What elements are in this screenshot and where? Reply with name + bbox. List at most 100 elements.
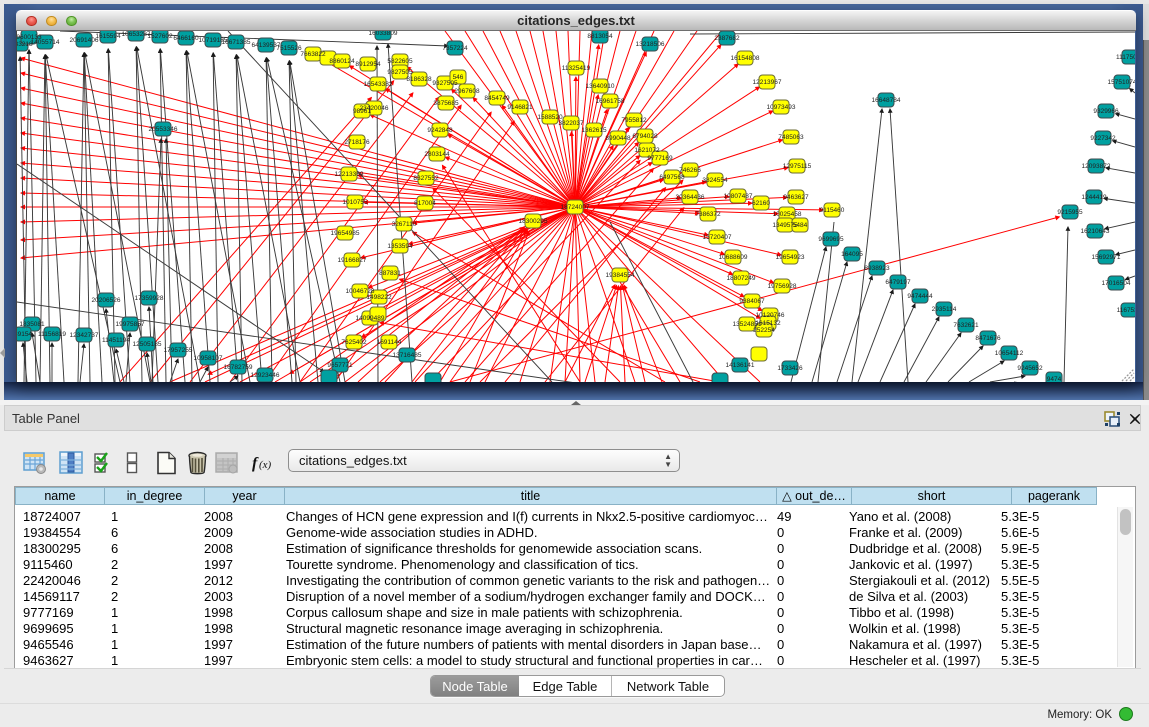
svg-text:8912954: 8912954 bbox=[355, 61, 381, 68]
svg-text:12975115: 12975115 bbox=[783, 163, 812, 170]
svg-text:f: f bbox=[252, 455, 259, 472]
svg-text:17359928: 17359928 bbox=[135, 295, 164, 302]
svg-text:1010755: 1010755 bbox=[342, 199, 368, 206]
svg-text:20206526: 20206526 bbox=[92, 297, 121, 304]
svg-text:19756928: 19756928 bbox=[768, 283, 797, 290]
svg-text:887831: 887831 bbox=[379, 270, 401, 277]
svg-text:13218506: 13218506 bbox=[636, 41, 665, 48]
svg-text:14136141: 14136141 bbox=[726, 362, 755, 369]
svg-text:1835081: 1835081 bbox=[19, 321, 45, 328]
svg-text:2967608: 2967608 bbox=[454, 88, 480, 95]
svg-text:7663822: 7663822 bbox=[300, 51, 326, 58]
svg-text:8454749: 8454749 bbox=[484, 95, 510, 102]
svg-text:8813054: 8813054 bbox=[587, 33, 613, 40]
svg-text:7955812: 7955812 bbox=[621, 117, 647, 124]
svg-text:18300295: 18300295 bbox=[519, 218, 548, 225]
svg-text:13640910: 13640910 bbox=[586, 83, 615, 90]
svg-text:19166827: 19166827 bbox=[338, 257, 367, 264]
svg-text:16210643: 16210643 bbox=[1081, 228, 1110, 235]
svg-text:1167530: 1167530 bbox=[1117, 307, 1135, 314]
svg-text:12342737: 12342737 bbox=[70, 332, 99, 339]
svg-text:1527602: 1527602 bbox=[147, 33, 173, 40]
svg-text:13716485: 13716485 bbox=[393, 352, 422, 359]
svg-text:3824554: 3824554 bbox=[702, 177, 728, 184]
svg-text:10973493: 10973493 bbox=[767, 104, 796, 111]
svg-text:746266: 746266 bbox=[679, 167, 701, 174]
svg-text:16648784: 16648784 bbox=[872, 97, 901, 104]
svg-text:19654923: 19654923 bbox=[776, 254, 805, 261]
svg-text:8990448: 8990448 bbox=[605, 135, 631, 142]
svg-text:7485063: 7485063 bbox=[778, 134, 804, 141]
svg-text:18724007: 18724007 bbox=[561, 204, 590, 211]
svg-text:3267110: 3267110 bbox=[392, 221, 417, 228]
svg-text:2935114: 2935114 bbox=[932, 306, 957, 313]
svg-text:1353594: 1353594 bbox=[387, 243, 413, 250]
svg-text:7386372: 7386372 bbox=[695, 211, 721, 218]
svg-text:164095: 164095 bbox=[841, 251, 863, 258]
svg-text:1244419: 1244419 bbox=[1081, 194, 1107, 201]
svg-text:11451194: 11451194 bbox=[102, 337, 130, 344]
svg-text:15692971: 15692971 bbox=[1092, 254, 1121, 261]
svg-text:16154808: 16154808 bbox=[731, 55, 760, 62]
svg-text:6497568: 6497568 bbox=[659, 174, 685, 181]
svg-text:9146821: 9146821 bbox=[507, 104, 533, 111]
svg-text:11156819: 11156819 bbox=[38, 331, 66, 338]
svg-text:12923446: 12923446 bbox=[251, 372, 280, 379]
svg-text:9463627: 9463627 bbox=[783, 194, 809, 201]
svg-text:17957255: 17957255 bbox=[164, 347, 193, 354]
svg-text:11325419: 11325419 bbox=[562, 65, 591, 72]
svg-text:98961: 98961 bbox=[353, 108, 371, 115]
svg-text:19654985: 19654985 bbox=[331, 230, 360, 237]
svg-text:8327552: 8327552 bbox=[413, 175, 439, 182]
svg-text:9242848: 9242848 bbox=[427, 127, 453, 134]
svg-text:19975857: 19975857 bbox=[116, 321, 145, 328]
svg-text:5822605: 5822605 bbox=[387, 58, 413, 65]
svg-text:9384067: 9384067 bbox=[739, 298, 765, 305]
svg-text:62160: 62160 bbox=[752, 200, 770, 207]
svg-text:3875685: 3875685 bbox=[433, 100, 459, 107]
svg-text:16782759: 16782759 bbox=[224, 364, 253, 371]
svg-text:10025458: 10025458 bbox=[773, 211, 802, 218]
svg-text:16543382: 16543382 bbox=[364, 81, 393, 88]
svg-text:2718176: 2718176 bbox=[344, 139, 370, 146]
svg-text:18807249: 18807249 bbox=[727, 275, 756, 282]
svg-text:5484: 5484 bbox=[793, 222, 808, 229]
svg-text:7515526: 7515526 bbox=[276, 45, 302, 52]
svg-text:9827505: 9827505 bbox=[387, 69, 413, 76]
svg-text:12213967: 12213967 bbox=[753, 79, 782, 86]
svg-text:17016504: 17016504 bbox=[1102, 280, 1131, 287]
svg-text:10958107: 10958107 bbox=[194, 355, 223, 362]
svg-text:12093872: 12093872 bbox=[1082, 163, 1111, 170]
svg-text:6794028: 6794028 bbox=[632, 133, 658, 140]
svg-text:20364436: 20364436 bbox=[676, 194, 705, 201]
svg-text:10654112: 10654112 bbox=[995, 350, 1024, 357]
svg-text:7357224: 7357224 bbox=[442, 45, 468, 52]
svg-text:9777169: 9777169 bbox=[647, 155, 673, 162]
svg-text:10120746: 10120746 bbox=[756, 312, 785, 319]
svg-text:1498222: 1498222 bbox=[366, 294, 392, 301]
svg-text:2387682: 2387682 bbox=[714, 35, 740, 42]
svg-text:12505185: 12505185 bbox=[133, 341, 162, 348]
svg-text:9657771: 9657771 bbox=[327, 362, 353, 369]
svg-text:16033809: 16033809 bbox=[369, 31, 398, 37]
svg-text:1615594: 1615594 bbox=[95, 33, 121, 40]
svg-text:9329966: 9329966 bbox=[1093, 108, 1119, 115]
svg-text:9227342: 9227342 bbox=[1090, 135, 1116, 142]
svg-text:3822037: 3822037 bbox=[558, 120, 584, 127]
svg-text:11175084: 11175084 bbox=[1116, 54, 1135, 61]
svg-text:10688609: 10688609 bbox=[719, 254, 748, 261]
svg-text:14055714: 14055714 bbox=[31, 39, 60, 46]
svg-text:10807487: 10807487 bbox=[724, 193, 753, 200]
svg-text:(x): (x) bbox=[259, 459, 272, 471]
svg-text:16961758: 16961758 bbox=[596, 98, 625, 105]
svg-text:9215955: 9215955 bbox=[1057, 209, 1083, 216]
svg-text:1621072: 1621072 bbox=[634, 147, 660, 154]
svg-text:8860124: 8860124 bbox=[329, 58, 355, 65]
svg-text:1362615: 1362615 bbox=[581, 127, 607, 134]
svg-text:1691144: 1691144 bbox=[377, 339, 402, 346]
svg-text:16671385: 16671385 bbox=[222, 39, 251, 46]
svg-text:7625402: 7625402 bbox=[341, 339, 367, 346]
svg-text:817004: 817004 bbox=[414, 200, 436, 207]
svg-text:14099489: 14099489 bbox=[356, 315, 385, 322]
svg-text:9245652: 9245652 bbox=[1017, 365, 1043, 372]
